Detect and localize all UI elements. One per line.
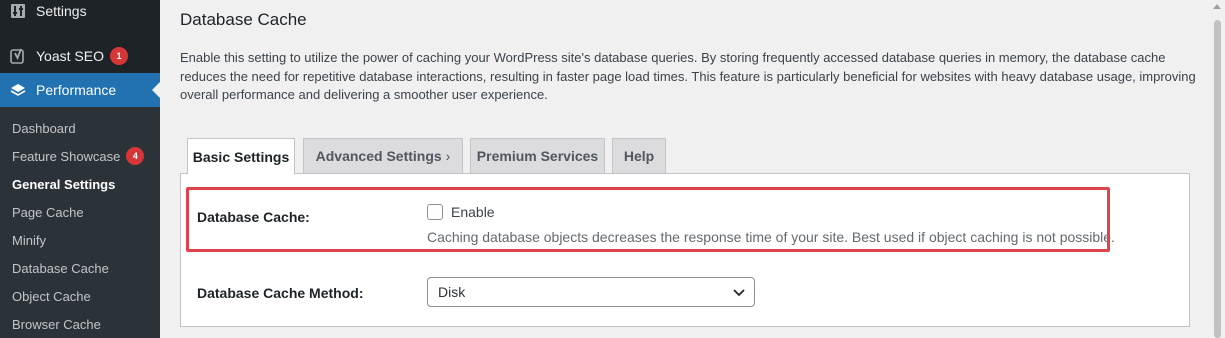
- tab-basic-settings[interactable]: Basic Settings: [187, 138, 295, 175]
- submenu-label: General Settings: [12, 176, 116, 192]
- submenu-label: Object Cache: [12, 288, 91, 304]
- submenu-label: Browser Cache: [12, 316, 101, 332]
- tab-premium-services[interactable]: Premium Services: [470, 138, 605, 174]
- yoast-icon: [9, 47, 27, 65]
- tab-help[interactable]: Help: [612, 138, 666, 174]
- submenu-label: Minify: [12, 232, 46, 248]
- database-cache-method-select[interactable]: Disk: [427, 277, 755, 307]
- tab-label: Premium Services: [476, 148, 599, 164]
- settings-icon: [9, 2, 27, 20]
- chevron-right-icon: ›: [445, 148, 451, 164]
- submenu-item-feature-showcase[interactable]: Feature Showcase 4: [0, 142, 160, 170]
- submenu-item-page-cache[interactable]: Page Cache: [0, 198, 160, 226]
- menu-item-label: Settings: [36, 3, 87, 19]
- admin-sidebar: Settings Yoast SEO 1 Performance Dashboa…: [0, 0, 160, 338]
- tab-label: Help: [623, 148, 655, 164]
- menu-item-label: Performance: [36, 82, 117, 98]
- select-value: Disk: [438, 284, 466, 300]
- page-title: Database Cache: [180, 10, 307, 29]
- menu-item-label: Yoast SEO: [36, 48, 104, 64]
- highlight-annotation-box: [186, 187, 1110, 252]
- database-cache-method-label: Database Cache Method:: [197, 285, 364, 301]
- scroll-up-arrow-icon[interactable]: [1213, 4, 1221, 9]
- menu-item-settings[interactable]: Settings: [0, 0, 160, 28]
- notification-badge: 1: [109, 47, 128, 65]
- submenu-item-object-cache[interactable]: Object Cache: [0, 282, 160, 310]
- tab-advanced-settings[interactable]: Advanced Settings ›: [303, 138, 463, 174]
- scrollbar-thumb[interactable]: [1214, 20, 1221, 338]
- tab-label: Advanced Settings: [315, 148, 442, 164]
- tab-label: Basic Settings: [192, 148, 290, 165]
- submenu-item-browser-cache[interactable]: Browser Cache: [0, 310, 160, 338]
- vertical-scrollbar[interactable]: [1210, 0, 1225, 338]
- submenu-item-general-settings[interactable]: General Settings: [0, 170, 160, 198]
- page-description: Enable this setting to utilize the power…: [180, 50, 1196, 102]
- submenu-label: Database Cache: [12, 260, 109, 276]
- performance-icon: [9, 81, 27, 99]
- submenu-label: Dashboard: [12, 120, 76, 136]
- submenu-item-minify[interactable]: Minify: [0, 226, 160, 254]
- chevron-down-icon: [733, 289, 745, 297]
- performance-submenu: Dashboard Feature Showcase 4 General Sett…: [0, 107, 160, 338]
- submenu-item-dashboard[interactable]: Dashboard: [0, 114, 160, 142]
- submenu-label: Page Cache: [12, 204, 84, 220]
- submenu-item-database-cache[interactable]: Database Cache: [0, 254, 160, 282]
- main-content: Database Cache Enable this setting to ut…: [160, 0, 1210, 338]
- submenu-label: Feature Showcase: [12, 148, 121, 164]
- menu-item-yoast-seo[interactable]: Yoast SEO 1: [0, 39, 160, 73]
- notification-badge: 4: [126, 147, 145, 165]
- menu-item-performance[interactable]: Performance: [0, 73, 160, 107]
